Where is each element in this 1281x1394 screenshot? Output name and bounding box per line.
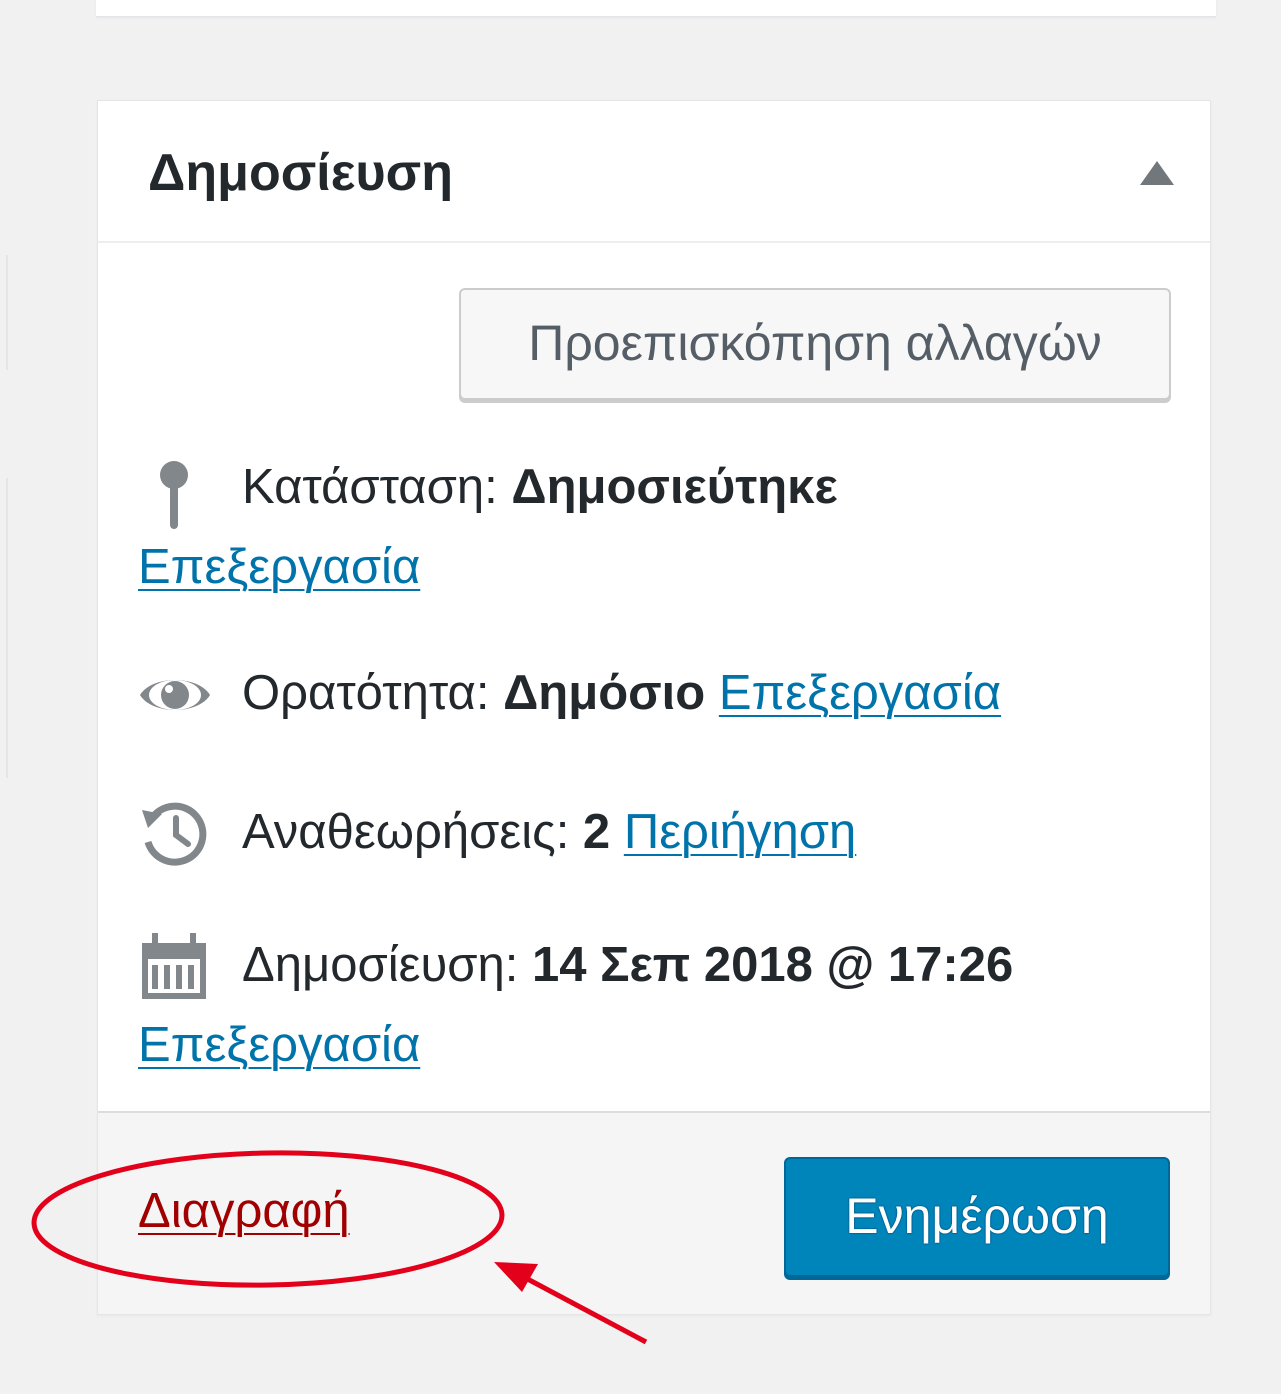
publish-date-label: Δημοσίευση: xyxy=(242,938,532,992)
publish-date-value: 14 Σεπ 2018 @ 17:26 xyxy=(531,938,1014,992)
preview-changes-button[interactable]: Προεπισκόπηση αλλαγών xyxy=(459,288,1171,400)
revisions-label: Αναθεωρήσεις: xyxy=(242,805,583,859)
eye-icon xyxy=(140,680,210,710)
publishing-actions: Διαγραφή Ενημέρωση xyxy=(98,1111,1210,1314)
delete-link[interactable]: Διαγραφή xyxy=(138,1183,350,1239)
left-edge-line xyxy=(6,255,8,370)
publish-box-title: Δημοσίευση xyxy=(148,144,454,202)
revisions-count: 2 xyxy=(582,805,611,859)
previous-panel-edge xyxy=(96,0,1216,17)
visibility-label: Ορατότητα: xyxy=(242,666,504,720)
publish-box-header[interactable]: Δημοσίευση xyxy=(98,101,1210,243)
status-label: Κατάσταση: xyxy=(242,460,512,514)
browse-revisions-link[interactable]: Περιήγηση xyxy=(624,805,857,859)
publish-date-row: Δημοσίευση: 14 Σεπ 2018 @ 17:26 Επεξεργα… xyxy=(138,925,1178,1085)
visibility-value: Δημόσιο xyxy=(503,666,706,720)
left-edge-line xyxy=(6,478,8,778)
edit-date-link[interactable]: Επεξεργασία xyxy=(138,1005,420,1085)
visibility-row: Ορατότητα: Δημόσιο Επεξεργασία xyxy=(138,653,1178,733)
edit-status-link[interactable]: Επεξεργασία xyxy=(138,527,420,607)
revisions-row: Αναθεωρήσεις: 2 Περιήγηση xyxy=(138,792,1178,872)
status-value: Δημοσιεύτηκε xyxy=(511,460,838,514)
history-icon xyxy=(142,802,207,866)
calendar-icon xyxy=(142,933,206,999)
update-button[interactable]: Ενημέρωση xyxy=(784,1157,1170,1277)
status-row: Κατάσταση: Δημοσιεύτηκε Επεξεργασία xyxy=(138,447,1178,607)
collapse-arrow-icon[interactable] xyxy=(1140,161,1174,185)
edit-visibility-link[interactable]: Επεξεργασία xyxy=(719,666,1001,720)
pin-icon xyxy=(160,461,188,529)
publish-box: Δημοσίευση Προεπισκόπηση αλλαγών Κατάστα… xyxy=(97,100,1211,1315)
